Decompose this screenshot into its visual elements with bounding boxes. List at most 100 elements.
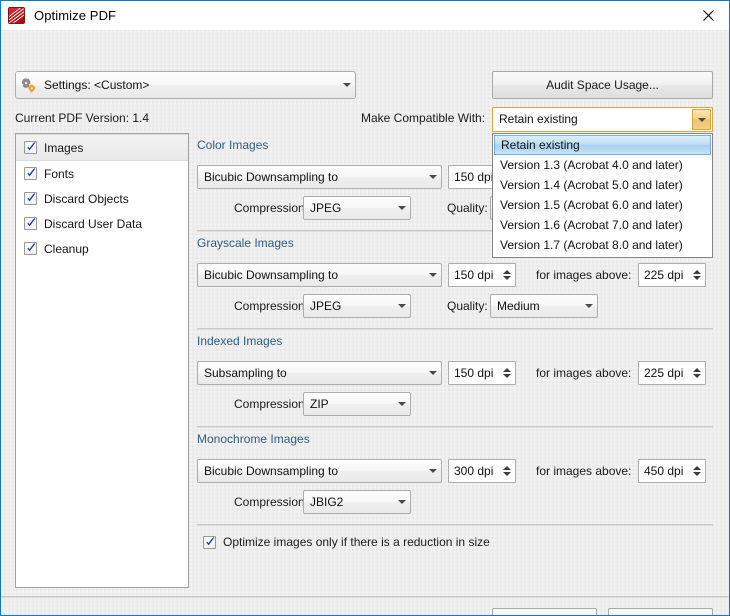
color-images-section-title: Color Images <box>197 138 269 152</box>
grayscale-above-dpi-stepper[interactable]: 225 dpi <box>638 263 706 287</box>
pdf-xchange-icon <box>8 7 25 24</box>
cancel-button[interactable]: Cancel <box>608 608 713 615</box>
section-divider <box>197 524 713 526</box>
section-divider <box>197 426 713 428</box>
grayscale-quality-label: Quality: <box>447 299 488 313</box>
sidebar-item-cleanup[interactable]: Cleanup <box>16 236 188 261</box>
monochrome-method-value: Bicubic Downsampling to <box>204 464 339 478</box>
grayscale-dpi-stepper[interactable]: 150 dpi <box>448 263 516 287</box>
stepper-arrows-icon[interactable] <box>688 270 705 280</box>
optimize-pdf-dialog: Optimize PDF Settings: <Custom> Current … <box>0 0 730 616</box>
chevron-down-icon <box>338 83 355 87</box>
grayscale-quality-value: Medium <box>497 299 540 313</box>
color-method-value: Bicubic Downsampling to <box>204 170 339 184</box>
chevron-down-icon <box>393 304 410 308</box>
indexed-dpi-value: 150 dpi <box>454 366 494 380</box>
checkbox-icon <box>203 535 216 549</box>
indexed-above-dpi-value: 225 dpi <box>644 366 684 380</box>
grayscale-above-dpi-value: 225 dpi <box>644 268 684 282</box>
settings-preset-dropdown[interactable]: Settings: <Custom> <box>15 71 356 99</box>
chevron-down-icon <box>393 500 410 504</box>
grayscale-above-label: for images above: <box>536 268 632 282</box>
close-icon[interactable] <box>686 1 729 29</box>
dropdown-option[interactable]: Version 1.5 (Acrobat 6.0 and later) <box>494 195 711 215</box>
chevron-down-icon[interactable] <box>692 109 711 130</box>
make-compatible-with-label: Make Compatible With: <box>361 111 486 125</box>
category-list: Images Fonts Discard Objects Discard User D… <box>15 133 189 588</box>
chevron-down-icon <box>424 273 441 277</box>
sidebar-item-label: Discard User Data <box>44 216 143 231</box>
section-divider <box>197 328 713 330</box>
sidebar-item-fonts[interactable]: Fonts <box>16 161 188 186</box>
color-compression-dropdown[interactable]: JPEG <box>303 196 411 220</box>
indexed-compression-value: ZIP <box>310 397 329 411</box>
window-title: Optimize PDF <box>34 8 117 23</box>
sidebar-item-label: Fonts <box>44 166 75 181</box>
monochrome-compression-value: JBIG2 <box>310 495 344 509</box>
optimize-only-if-reduction-label: Optimize images only if there is a reduc… <box>223 535 490 549</box>
indexed-above-dpi-stepper[interactable]: 225 dpi <box>638 361 706 385</box>
monochrome-images-section-title: Monochrome Images <box>197 432 310 446</box>
stepper-arrows-icon[interactable] <box>498 466 515 476</box>
sidebar-item-label: Discard Objects <box>44 191 129 206</box>
checkbox-icon[interactable] <box>24 242 37 255</box>
sidebar-item-label: Cleanup <box>44 241 89 256</box>
grayscale-method-dropdown[interactable]: Bicubic Downsampling to <box>197 263 442 287</box>
grayscale-compression-label: Compression <box>234 299 305 313</box>
grayscale-dpi-value: 150 dpi <box>454 268 494 282</box>
color-method-dropdown[interactable]: Bicubic Downsampling to <box>197 165 442 189</box>
stepper-arrows-icon[interactable] <box>688 368 705 378</box>
sidebar-item-discard-objects[interactable]: Discard Objects <box>16 186 188 211</box>
grayscale-compression-dropdown[interactable]: JPEG <box>303 294 411 318</box>
checkbox-icon[interactable] <box>24 192 37 205</box>
chevron-down-icon <box>424 371 441 375</box>
indexed-dpi-stepper[interactable]: 150 dpi <box>448 361 516 385</box>
chevron-down-icon <box>424 469 441 473</box>
grayscale-compression-value: JPEG <box>310 299 342 313</box>
dropdown-option[interactable]: Retain existing <box>494 135 711 155</box>
ok-button[interactable]: OK <box>492 608 597 615</box>
indexed-above-label: for images above: <box>536 366 632 380</box>
monochrome-above-label: for images above: <box>536 464 632 478</box>
monochrome-compression-dropdown[interactable]: JBIG2 <box>303 490 411 514</box>
monochrome-compression-label: Compression <box>234 495 305 509</box>
monochrome-above-dpi-value: 450 dpi <box>644 464 684 478</box>
stepper-arrows-icon[interactable] <box>498 270 515 280</box>
stepper-arrows-icon[interactable] <box>688 466 705 476</box>
make-compatible-with-value: Retain existing <box>499 112 578 126</box>
color-dpi-value: 150 dpi <box>454 170 494 184</box>
make-compatible-with-dropdown[interactable]: Retain existing <box>492 107 713 132</box>
audit-space-usage-label: Audit Space Usage... <box>546 78 659 92</box>
make-compatible-with-option-list[interactable]: Retain existing Version 1.3 (Acrobat 4.0 … <box>492 133 713 258</box>
dialog-body: Settings: <Custom> Current PDF Version: … <box>1 30 729 615</box>
grayscale-images-section-title: Grayscale Images <box>197 236 294 250</box>
color-compression-value: JPEG <box>310 201 342 215</box>
dropdown-option[interactable]: Version 1.7 (Acrobat 8.0 and later) <box>494 235 711 255</box>
optimize-only-if-reduction-checkbox[interactable]: Optimize images only if there is a reduc… <box>203 535 490 549</box>
dropdown-option[interactable]: Version 1.3 (Acrobat 4.0 and later) <box>494 155 711 175</box>
checkbox-icon[interactable] <box>24 217 37 230</box>
indexed-compression-dropdown[interactable]: ZIP <box>303 392 411 416</box>
stepper-arrows-icon[interactable] <box>498 368 515 378</box>
grayscale-method-value: Bicubic Downsampling to <box>204 268 339 282</box>
sidebar-item-images[interactable]: Images <box>16 134 188 161</box>
audit-space-usage-button[interactable]: Audit Space Usage... <box>492 71 713 99</box>
dropdown-option[interactable]: Version 1.6 (Acrobat 7.0 and later) <box>494 215 711 235</box>
indexed-method-dropdown[interactable]: Subsampling to <box>197 361 442 385</box>
indexed-compression-label: Compression <box>234 397 305 411</box>
color-compression-label: Compression <box>234 201 305 215</box>
color-quality-label: Quality: <box>447 201 488 215</box>
indexed-method-value: Subsampling to <box>204 366 287 380</box>
dropdown-option[interactable]: Version 1.4 (Acrobat 5.0 and later) <box>494 175 711 195</box>
checkbox-icon[interactable] <box>24 141 37 154</box>
settings-preset-value: Settings: <Custom> <box>44 78 150 92</box>
gear-icon <box>16 78 42 93</box>
grayscale-quality-dropdown[interactable]: Medium <box>490 294 598 318</box>
sidebar-item-label: Images <box>44 140 84 155</box>
sidebar-item-discard-user-data[interactable]: Discard User Data <box>16 211 188 236</box>
chevron-down-icon <box>580 304 597 308</box>
checkbox-icon[interactable] <box>24 167 37 180</box>
monochrome-dpi-stepper[interactable]: 300 dpi <box>448 459 516 483</box>
monochrome-method-dropdown[interactable]: Bicubic Downsampling to <box>197 459 442 483</box>
monochrome-above-dpi-stepper[interactable]: 450 dpi <box>638 459 706 483</box>
